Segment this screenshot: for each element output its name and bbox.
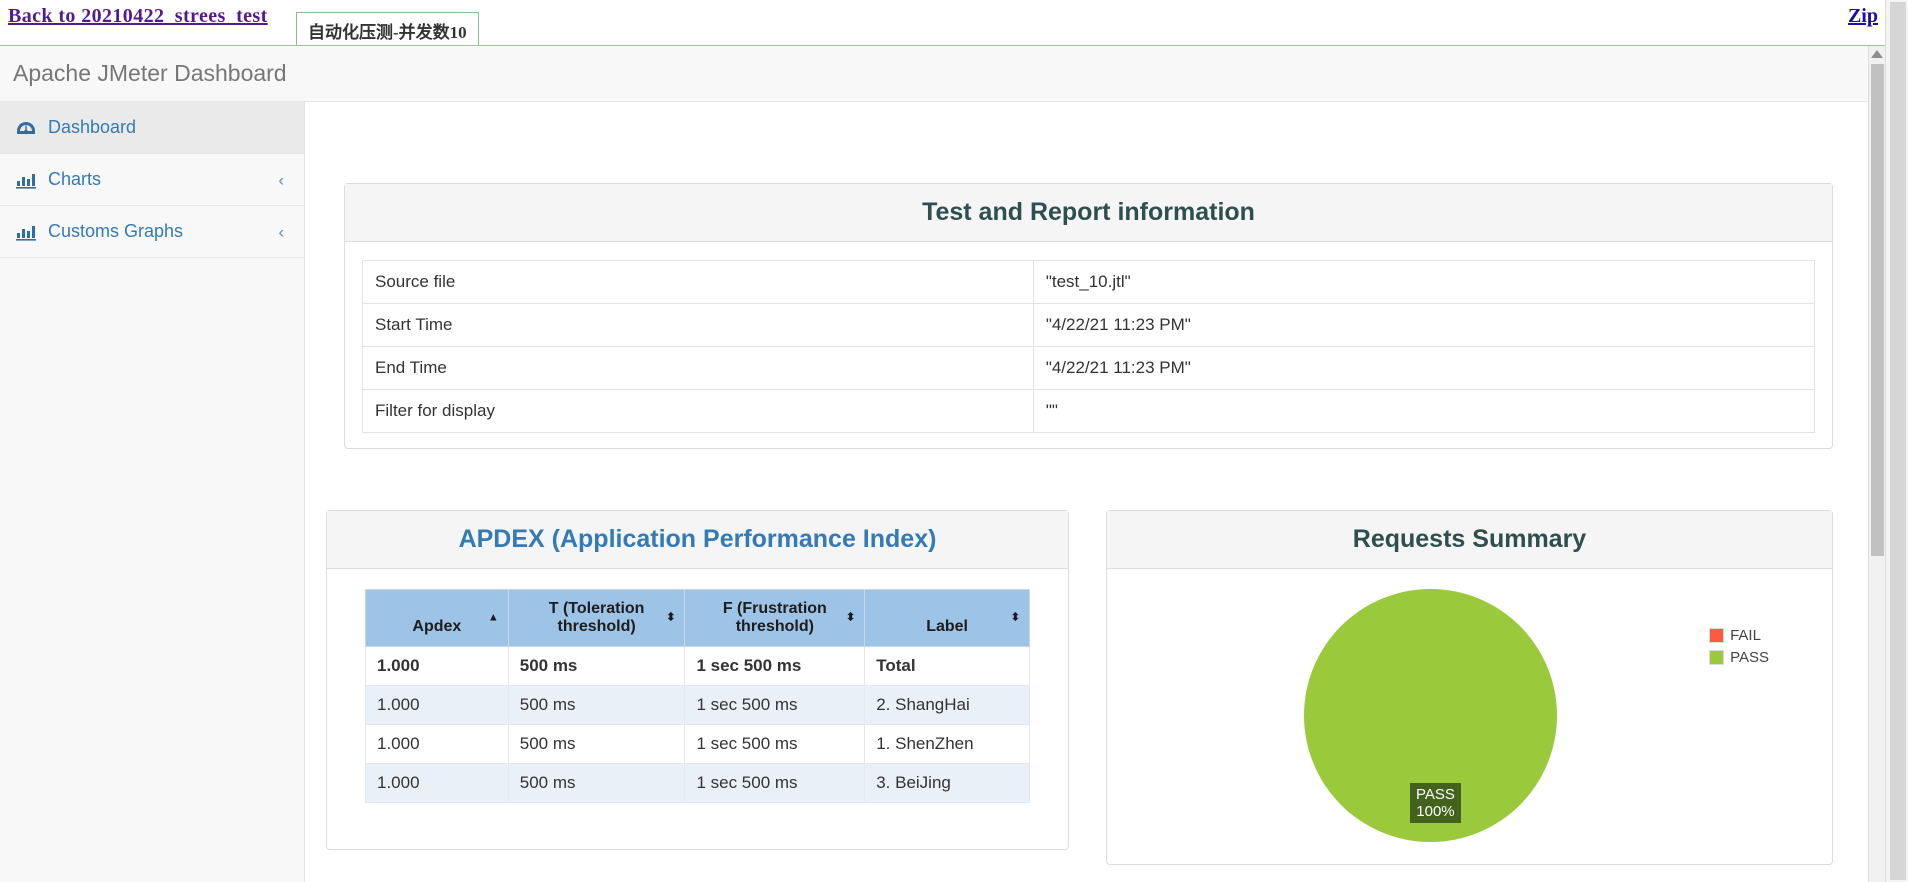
table-row: 1.000 500 ms 1 sec 500 ms Total: [365, 646, 1030, 686]
requests-summary-panel: Requests Summary PASS 100% FAIL PASS: [1106, 510, 1833, 865]
cell-apdex: 1.000: [365, 763, 509, 803]
cell-label: 1. ShenZhen: [864, 724, 1030, 764]
chart-legend: FAIL PASS: [1709, 627, 1769, 671]
sidebar-item-customs-graphs[interactable]: Customs Graphs ‹: [0, 206, 304, 258]
test-report-information-table: Source file "test_10.jtl" Start Time "4/…: [362, 260, 1816, 433]
info-key: End Time: [362, 346, 1034, 390]
panel-body: Source file "test_10.jtl" Start Time "4/…: [345, 242, 1832, 451]
panel-header: APDEX (Application Performance Index): [327, 511, 1068, 569]
panel-header: Requests Summary: [1107, 511, 1832, 569]
bar-chart-icon: [16, 171, 38, 189]
pie-slice-label-name: PASS: [1416, 786, 1455, 803]
column-header-toleration[interactable]: T (Toleration threshold) ⬍: [507, 589, 686, 647]
page-scrollbar-track[interactable]: [1885, 0, 1908, 882]
cell-label: 2. ShangHai: [864, 685, 1030, 725]
bar-chart-icon: [16, 223, 38, 241]
column-label: Label: [926, 618, 968, 635]
dashboard-gauge-icon: [16, 119, 38, 137]
content-scrollbar-track[interactable]: [1868, 46, 1885, 882]
sidebar: Dashboard Charts ‹ Customs Graphs ‹: [0, 102, 305, 882]
panel-body: Apdex ▲ T (Toleration threshold) ⬍ F (Fr…: [327, 569, 1068, 821]
panel-title: Test and Report information: [922, 198, 1255, 226]
info-value: "": [1032, 389, 1816, 433]
content-scrollbar-thumb[interactable]: [1871, 64, 1884, 556]
cell-toleration: 500 ms: [507, 685, 686, 725]
table-row: Start Time "4/22/21 11:23 PM": [362, 303, 1816, 347]
jmeter-dashboard-app: Apache JMeter Dashboard Dashboard Charts…: [0, 46, 1885, 882]
requests-summary-pie-chart[interactable]: PASS 100% FAIL PASS: [1124, 587, 1815, 877]
panel-body: PASS 100% FAIL PASS: [1107, 569, 1832, 882]
apdex-panel: APDEX (Application Performance Index) Ap…: [326, 510, 1069, 850]
legend-label: PASS: [1730, 649, 1769, 666]
sidebar-item-label: Dashboard: [48, 117, 137, 137]
table-row: 1.000 500 ms 1 sec 500 ms 3. BeiJing: [365, 763, 1030, 803]
table-row: 1.000 500 ms 1 sec 500 ms 1. ShenZhen: [365, 724, 1030, 764]
sidebar-item-dashboard[interactable]: Dashboard: [0, 102, 304, 154]
chevron-left-icon[interactable]: ‹: [278, 171, 284, 188]
cell-label: 3. BeiJing: [864, 763, 1030, 803]
chevron-left-icon[interactable]: ‹: [278, 223, 284, 240]
cell-apdex: 1.000: [365, 724, 509, 764]
cell-toleration: 500 ms: [507, 763, 686, 803]
column-label: Apdex: [412, 618, 462, 635]
panel-title: Requests Summary: [1352, 525, 1587, 553]
info-key: Filter for display: [362, 389, 1034, 433]
cell-frustration: 1 sec 500 ms: [684, 646, 866, 686]
cell-apdex: 1.000: [365, 646, 509, 686]
browser-top-bar: Back to 20210422_strees_test 自动化压测-并发数10…: [0, 0, 1908, 46]
sort-both-icon: ⬍: [666, 611, 676, 624]
page-scrollbar-thumb[interactable]: [1890, 2, 1906, 880]
info-value: "test_10.jtl": [1032, 260, 1816, 304]
sort-both-icon: ⬍: [1010, 611, 1020, 624]
table-row: Filter for display "": [362, 389, 1816, 433]
zip-download-link[interactable]: Zip: [1848, 5, 1878, 28]
test-report-information-panel: Test and Report information Source file …: [344, 183, 1833, 449]
table-row: 1.000 500 ms 1 sec 500 ms 2. ShangHai: [365, 685, 1030, 725]
panel-header: Test and Report information: [345, 184, 1832, 242]
cell-frustration: 1 sec 500 ms: [684, 685, 866, 725]
legend-swatch-pass: [1709, 650, 1725, 665]
cell-apdex: 1.000: [365, 685, 509, 725]
sidebar-item-label: Customs Graphs: [48, 221, 184, 241]
info-value: "4/22/21 11:23 PM": [1032, 346, 1816, 390]
page-title: Apache JMeter Dashboard: [13, 60, 287, 86]
sidebar-item-charts[interactable]: Charts ‹: [0, 154, 304, 206]
cell-frustration: 1 sec 500 ms: [684, 724, 866, 764]
legend-item-fail[interactable]: FAIL: [1709, 627, 1769, 644]
legend-label: FAIL: [1730, 627, 1761, 644]
cell-label: Total: [864, 646, 1030, 686]
main-content: Test and Report information Source file …: [306, 102, 1885, 882]
info-value: "4/22/21 11:23 PM": [1032, 303, 1816, 347]
column-header-apdex[interactable]: Apdex ▲: [365, 589, 509, 647]
cell-toleration: 500 ms: [507, 724, 686, 764]
cell-frustration: 1 sec 500 ms: [684, 763, 866, 803]
table-row: End Time "4/22/21 11:23 PM": [362, 346, 1816, 390]
info-key: Start Time: [362, 303, 1034, 347]
app-header: Apache JMeter Dashboard: [0, 46, 1885, 102]
document-tab[interactable]: 自动化压测-并发数10: [296, 12, 479, 45]
legend-item-pass[interactable]: PASS: [1709, 649, 1769, 666]
scroll-up-arrow-icon[interactable]: [1871, 50, 1883, 58]
legend-swatch-fail: [1709, 628, 1725, 643]
apdex-table: Apdex ▲ T (Toleration threshold) ⬍ F (Fr…: [365, 589, 1030, 803]
column-header-frustration[interactable]: F (Frustration threshold) ⬍: [684, 589, 866, 647]
table-row: Source file "test_10.jtl": [362, 260, 1816, 304]
sidebar-item-label: Charts: [48, 169, 102, 189]
cell-toleration: 500 ms: [507, 646, 686, 686]
info-key: Source file: [362, 260, 1034, 304]
sort-both-icon: ⬍: [845, 611, 856, 624]
pie-slice-label-percent: 100%: [1416, 803, 1455, 820]
sort-ascending-icon: ▲: [487, 611, 499, 624]
table-header-row: Apdex ▲ T (Toleration threshold) ⬍ F (Fr…: [365, 589, 1030, 647]
panel-title: APDEX (Application Performance Index): [458, 525, 937, 553]
column-label: T (Toleration threshold): [548, 600, 645, 635]
column-label: F (Frustration threshold): [722, 600, 827, 635]
back-to-test-link[interactable]: Back to 20210422_strees_test: [8, 5, 268, 28]
pie-slice-label: PASS 100%: [1410, 783, 1461, 823]
column-header-label[interactable]: Label ⬍: [864, 589, 1030, 647]
